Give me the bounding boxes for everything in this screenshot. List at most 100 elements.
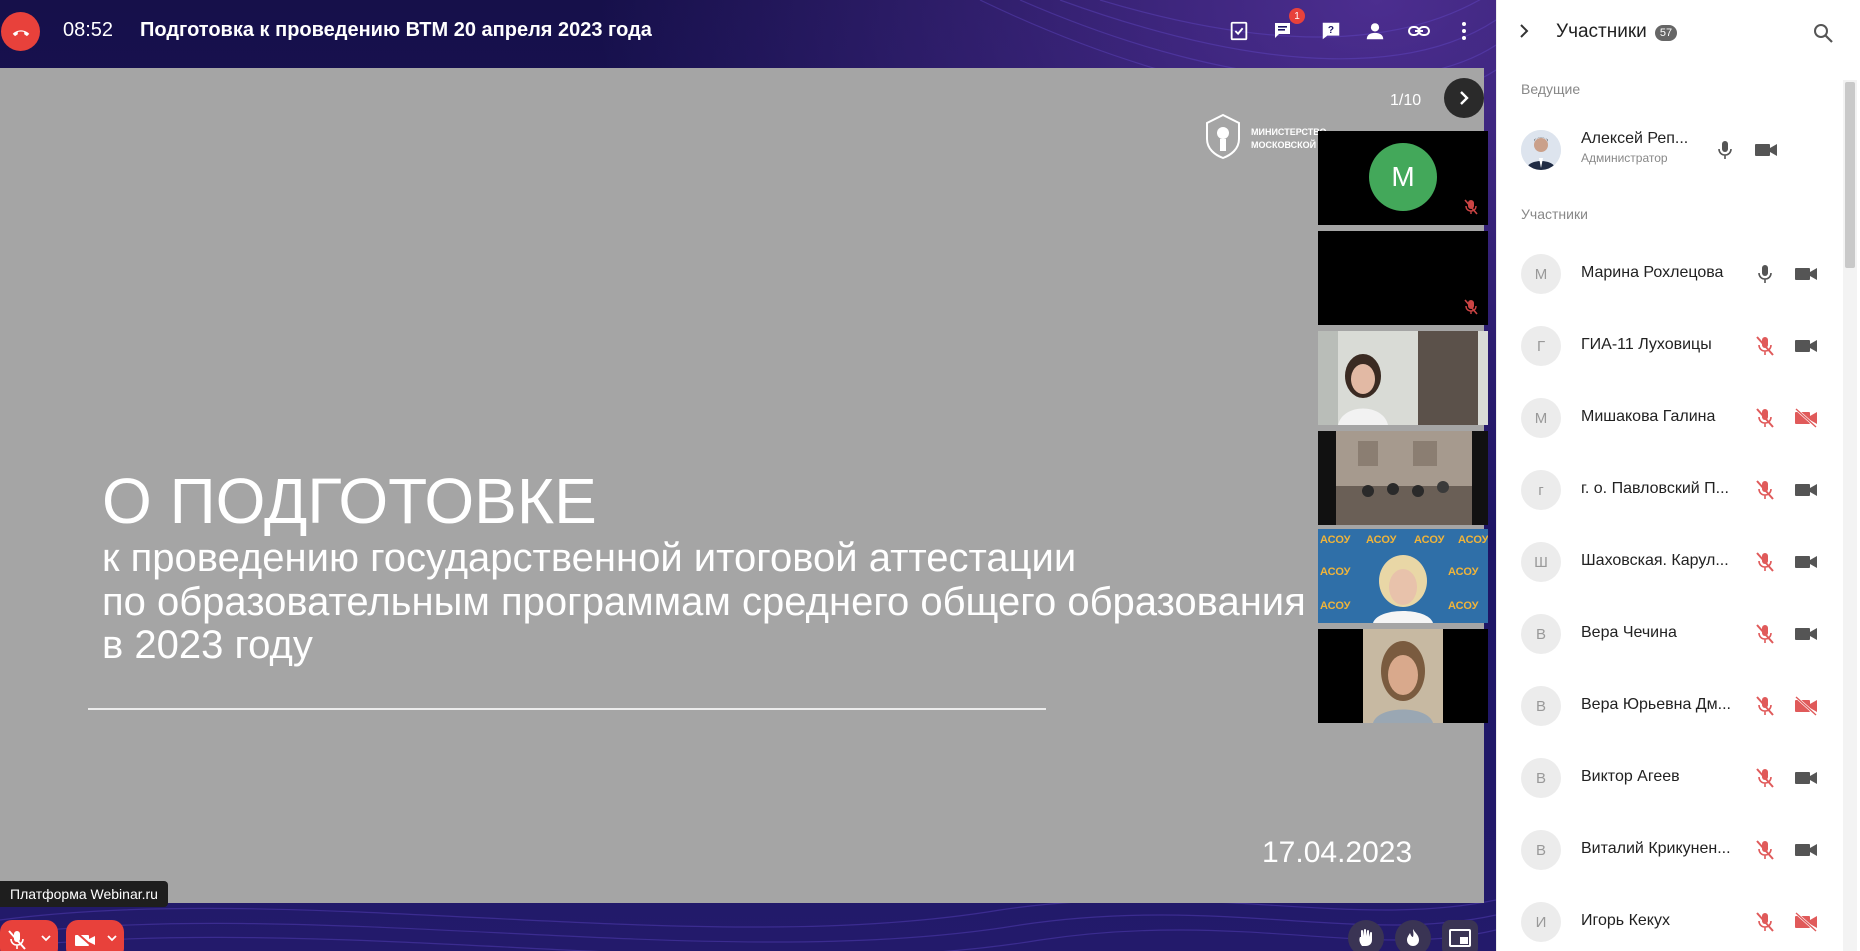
participant-video: АСОУ АСОУ АСОУ АСОУ АСОУ АСОУ АСОУ АСОУ <box>1318 529 1488 623</box>
participant-avatar: М <box>1369 143 1437 211</box>
participant-row[interactable]: В Виктор Агеев <box>1497 742 1847 814</box>
camera-toggle-button[interactable] <box>66 920 124 951</box>
ministry-logo: МИНИСТЕРСТВО МОСКОВСКОЙ <box>1203 113 1327 159</box>
chevron-right-icon <box>1460 91 1469 105</box>
svg-text:АСОУ: АСОУ <box>1414 534 1445 546</box>
section-label-hosts: Ведущие <box>1521 81 1581 97</box>
participant-name: Вера Юрьевна Дм... <box>1581 696 1731 713</box>
presentation-slide: МИНИСТЕРСТВО МОСКОВСКОЙ О ПОДГОТОВКЕ к п… <box>0 68 1484 903</box>
participant-row[interactable]: В Вера Юрьевна Дм... <box>1497 670 1847 742</box>
slide-heading: О ПОДГОТОВКЕ <box>102 465 597 537</box>
mic-off-icon[interactable] <box>1753 766 1777 790</box>
svg-text:АСОУ: АСОУ <box>1320 566 1351 578</box>
picture-in-picture-icon <box>1449 929 1471 947</box>
camera-icon[interactable] <box>1793 766 1819 790</box>
participant-row[interactable]: М Мишакова Галина <box>1497 382 1847 454</box>
avatar: Г <box>1521 326 1561 366</box>
profile-button[interactable] <box>1362 18 1388 44</box>
avatar: М <box>1521 398 1561 438</box>
mic-off-icon[interactable] <box>1753 550 1777 574</box>
participant-name: Мишакова Галина <box>1581 408 1716 425</box>
scrollbar[interactable] <box>1843 80 1857 951</box>
svg-text:АСОУ: АСОУ <box>1320 534 1351 546</box>
questions-button[interactable]: ? <box>1318 18 1344 44</box>
video-tile[interactable] <box>1318 431 1488 525</box>
camera-icon[interactable] <box>1793 478 1819 502</box>
avatar: М <box>1521 254 1561 294</box>
participant-row[interactable]: Г ГИА-11 Луховицы <box>1497 310 1847 382</box>
mic-off-icon[interactable] <box>1753 910 1777 934</box>
question-icon: ? <box>1322 22 1340 40</box>
svg-text:АСОУ: АСОУ <box>1458 534 1488 546</box>
scrollbar-thumb[interactable] <box>1845 82 1855 268</box>
more-menu-button[interactable] <box>1451 18 1477 44</box>
slide-date: 17.04.2023 <box>1262 836 1413 869</box>
camera-off-icon[interactable] <box>1793 910 1819 934</box>
link-icon <box>1408 26 1430 36</box>
mic-off-icon[interactable] <box>1753 406 1777 430</box>
avatar: В <box>1521 830 1561 870</box>
phone-hangup-icon <box>12 29 29 36</box>
slide-page-counter: 1/10 <box>1390 92 1422 109</box>
participant-name: г. о. Павловский П... <box>1581 480 1729 497</box>
participant-name: Виктор Агеев <box>1581 768 1680 785</box>
participant-row[interactable]: В Виталий Крикунен... <box>1497 814 1847 886</box>
video-tile[interactable]: М <box>1318 131 1488 225</box>
copy-link-button[interactable] <box>1406 18 1432 44</box>
section-label-participants: Участники <box>1521 206 1588 222</box>
participant-row[interactable]: М Марина Рохлецова <box>1497 238 1847 310</box>
slide-subtitle-line: по образовательным программам среднего о… <box>102 580 1306 624</box>
chat-unread-badge: 1 <box>1289 8 1305 24</box>
video-tile[interactable] <box>1318 231 1488 325</box>
microphone-toggle-button[interactable] <box>0 920 58 951</box>
participant-row[interactable]: г г. о. Павловский П... <box>1497 454 1847 526</box>
camera-icon[interactable] <box>1793 262 1819 286</box>
mic-off-icon[interactable] <box>1753 838 1777 862</box>
chevron-down-icon[interactable] <box>40 932 52 944</box>
participant-name: Шаховская. Карул... <box>1581 552 1729 569</box>
end-call-button[interactable] <box>1 12 40 51</box>
mic-icon[interactable] <box>1753 262 1777 286</box>
participant-row[interactable]: В Вера Чечина <box>1497 598 1847 670</box>
video-tile[interactable] <box>1318 331 1488 425</box>
camera-icon[interactable] <box>1793 622 1819 646</box>
mic-off-icon[interactable] <box>1753 334 1777 358</box>
host-row[interactable]: Алексей Реп... Администратор <box>1497 114 1847 186</box>
participant-video <box>1318 629 1488 723</box>
camera-icon[interactable] <box>1753 138 1779 162</box>
camera-off-icon[interactable] <box>1793 406 1819 430</box>
panel-title: Участники <box>1556 21 1647 42</box>
mic-off-icon[interactable] <box>1753 478 1777 502</box>
host-photo <box>1521 130 1561 170</box>
tasks-button[interactable] <box>1226 18 1252 44</box>
participant-video <box>1318 431 1488 525</box>
raise-hand-button[interactable] <box>1348 920 1384 951</box>
camera-icon[interactable] <box>1793 550 1819 574</box>
participant-name: ГИА-11 Луховицы <box>1581 336 1712 353</box>
video-tile[interactable]: АСОУ АСОУ АСОУ АСОУ АСОУ АСОУ АСОУ АСОУ <box>1318 529 1488 623</box>
panel-header: Участники 57 <box>1497 0 1860 66</box>
participant-name: Марина Рохлецова <box>1581 264 1724 281</box>
camera-icon[interactable] <box>1793 838 1819 862</box>
participant-row[interactable]: Ш Шаховская. Карул... <box>1497 526 1847 598</box>
top-bar: 08:52 Подготовка к проведению ВТМ 20 апр… <box>0 0 1496 66</box>
mic-off-icon[interactable] <box>1753 622 1777 646</box>
participant-name: Игорь Кекух <box>1581 912 1670 929</box>
reactions-button[interactable] <box>1395 920 1431 951</box>
search-icon[interactable] <box>1812 22 1834 44</box>
next-slide-button[interactable] <box>1444 78 1484 118</box>
mic-off-icon[interactable] <box>1753 694 1777 718</box>
mic-off-icon <box>1464 299 1478 315</box>
participant-name: Виталий Крикунен... <box>1581 840 1731 857</box>
slide-subtitle-line: в 2023 году <box>102 623 313 667</box>
chevron-right-icon[interactable] <box>1516 22 1532 40</box>
participant-row[interactable]: И Игорь Кекух <box>1497 886 1847 951</box>
camera-off-icon[interactable] <box>1793 694 1819 718</box>
video-tile[interactable] <box>1318 629 1488 723</box>
layout-toggle-button[interactable] <box>1442 920 1478 951</box>
camera-icon[interactable] <box>1793 334 1819 358</box>
chevron-down-icon[interactable] <box>106 932 118 944</box>
svg-text:АСОУ: АСОУ <box>1320 600 1351 612</box>
slide-subtitle-line: к проведению государственной итоговой ат… <box>102 536 1077 580</box>
mic-icon[interactable] <box>1713 138 1737 162</box>
